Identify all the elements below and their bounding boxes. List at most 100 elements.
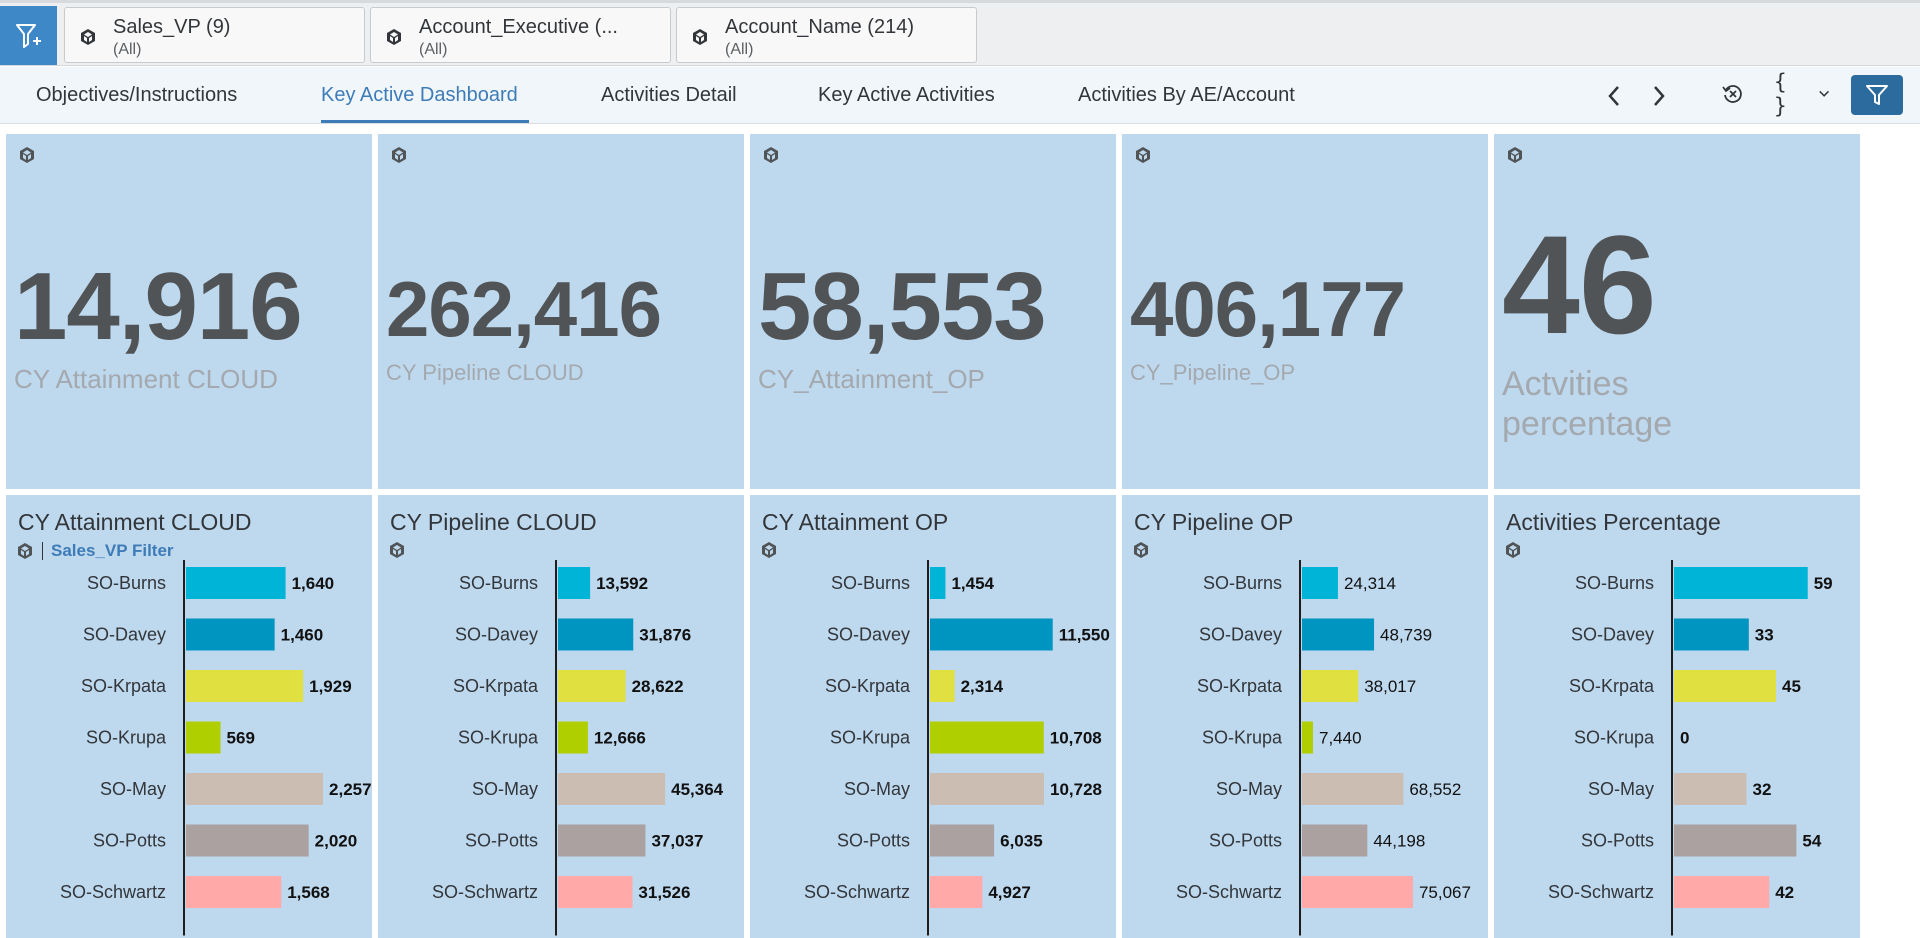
reset-filters-button[interactable] bbox=[1718, 79, 1748, 109]
tab-key-active-activities[interactable]: Key Active Activities bbox=[818, 84, 995, 107]
filter-chip-account-executive[interactable]: Account_Executive (... (All) bbox=[370, 7, 671, 63]
kpi-tile-cy-pipeline-cloud[interactable]: 262,416 CY Pipeline CLOUD bbox=[378, 134, 744, 489]
bar-value-label: 1,568 bbox=[287, 883, 330, 902]
category-label: SO-Schwartz bbox=[1548, 882, 1654, 902]
category-label: SO-Krupa bbox=[1202, 728, 1283, 748]
bar bbox=[930, 618, 1053, 651]
bar-value-label: 59 bbox=[1814, 574, 1833, 593]
category-label: SO-Davey bbox=[83, 625, 166, 645]
filter-chip-account-name[interactable]: Account_Name (214) (All) bbox=[676, 7, 977, 63]
kpi-tile-activities-percentage[interactable]: 46 Actvities percentage bbox=[1494, 134, 1860, 489]
chart-title: CY Pipeline CLOUD bbox=[390, 509, 597, 535]
chart-tile-activities-percentage[interactable]: Activities Percentage SO-Burns 59 SO-Davey… bbox=[1494, 495, 1860, 938]
dimension-cube-icon bbox=[387, 29, 401, 45]
kpi-tile-cy-pipeline-op[interactable]: 406,177 CY_Pipeline_OP bbox=[1122, 134, 1488, 489]
dimension-cube-icon bbox=[764, 147, 778, 163]
bar-value-label: 2,314 bbox=[961, 677, 1004, 696]
bar bbox=[930, 567, 946, 599]
tab-objectives-instructions[interactable]: Objectives/Instructions bbox=[36, 84, 237, 107]
category-label: SO-Krupa bbox=[86, 728, 167, 748]
bar-chart-activities-percentage: SO-Burns 59 SO-Davey 33 SO-Krpata 45 SO-Krupa 0… bbox=[1548, 560, 1833, 936]
bar bbox=[186, 773, 324, 805]
kpi-value: 58,553 bbox=[758, 253, 1047, 360]
filter-button[interactable] bbox=[1851, 75, 1903, 115]
chart-tile-cy-pipeline-op[interactable]: CY Pipeline OP SO-Burns 24,314 SO-Davey 48,… bbox=[1122, 495, 1488, 938]
kpi-tile-cy-attainment-op[interactable]: 58,553 CY_Attainment_OP bbox=[750, 134, 1116, 489]
category-label: SO-Krupa bbox=[458, 728, 539, 748]
tab-activities-by-ae-account[interactable]: Activities By AE/Account bbox=[1078, 84, 1295, 107]
previous-page-button[interactable] bbox=[1600, 81, 1628, 111]
chart-title: Activities Percentage bbox=[1506, 509, 1721, 535]
chart-tile-cy-attainment-cloud[interactable]: CY Attainment CLOUD Sales_VP Filter SO-B… bbox=[6, 495, 372, 938]
filter-chip-value: (All) bbox=[113, 41, 142, 58]
chevron-right-icon bbox=[1654, 86, 1665, 106]
bar-value-label: 48,739 bbox=[1380, 626, 1432, 645]
tab-activities-detail[interactable]: Activities Detail bbox=[601, 84, 737, 107]
bar-value-label: 1,929 bbox=[309, 677, 352, 696]
bar bbox=[1302, 773, 1404, 805]
page-tab-bar: Objectives/Instructions Key Active Dashb… bbox=[0, 67, 1920, 124]
active-tab-indicator bbox=[321, 120, 529, 123]
category-label: SO-Davey bbox=[455, 625, 538, 645]
tab-key-active-dashboard[interactable]: Key Active Dashboard bbox=[321, 84, 518, 107]
bar bbox=[930, 824, 995, 857]
variables-menu-button[interactable]: { } bbox=[1774, 70, 1830, 118]
bar bbox=[1302, 824, 1368, 857]
bar bbox=[1674, 567, 1808, 599]
bar-value-label: 75,067 bbox=[1419, 883, 1471, 902]
bar-value-label: 28,622 bbox=[632, 677, 684, 696]
bar bbox=[930, 670, 955, 702]
dashboard-canvas: 14,916 CY Attainment CLOUD 262,416 CY Pi… bbox=[0, 125, 1920, 938]
bar-value-label: 32 bbox=[1753, 780, 1772, 799]
filter-chip-sales-vp[interactable]: Sales_VP (9) (All) bbox=[64, 7, 365, 63]
bar-value-label: 24,314 bbox=[1344, 574, 1396, 593]
category-label: SO-Potts bbox=[465, 831, 538, 851]
category-label: SO-Krupa bbox=[830, 728, 911, 748]
category-label: SO-Potts bbox=[93, 831, 166, 851]
filter-panel-toggle[interactable] bbox=[0, 6, 57, 65]
category-label: SO-Burns bbox=[459, 573, 538, 593]
chevron-down-icon bbox=[1818, 90, 1829, 97]
story-app: Sales_VP (9) (All) Account_Executive (..… bbox=[0, 0, 1920, 938]
kpi-tile-cy-attainment-cloud[interactable]: 14,916 CY Attainment CLOUD bbox=[6, 134, 372, 489]
category-label: SO-Davey bbox=[1571, 625, 1654, 645]
bar bbox=[1302, 618, 1375, 651]
bar-value-label: 37,037 bbox=[651, 832, 703, 851]
filter-chip-value: (All) bbox=[419, 41, 448, 58]
bar bbox=[558, 567, 591, 599]
bar-value-label: 12,666 bbox=[594, 729, 646, 748]
bar bbox=[930, 721, 1044, 754]
bar-chart-cy-attainment-cloud: SO-Burns 1,640 SO-Davey 1,460 SO-Krpata 1,929… bbox=[60, 560, 372, 936]
category-label: SO-May bbox=[100, 779, 166, 799]
filter-chip-title: Sales_VP (9) bbox=[113, 16, 231, 38]
bar bbox=[186, 567, 286, 599]
bar bbox=[1302, 876, 1413, 908]
bar-value-label: 44,198 bbox=[1373, 832, 1425, 851]
bar-chart-cy-attainment-op: SO-Burns 1,454 SO-Davey 11,550 SO-Krpata 2,31… bbox=[804, 560, 1110, 936]
chart-tile-cy-attainment-op[interactable]: CY Attainment OP SO-Burns 1,454 SO-Davey 11… bbox=[750, 495, 1116, 938]
bar-value-label: 0 bbox=[1680, 729, 1689, 748]
bar-value-label: 1,640 bbox=[292, 574, 335, 593]
category-label: SO-Davey bbox=[1199, 625, 1282, 645]
chart-tile-cy-pipeline-cloud[interactable]: CY Pipeline CLOUD SO-Burns 13,592 SO-Davey… bbox=[378, 495, 744, 938]
filter-icon bbox=[1866, 85, 1888, 105]
kpi-value: 406,177 bbox=[1130, 265, 1406, 353]
bar-value-label: 6,035 bbox=[1000, 832, 1043, 851]
next-page-button[interactable] bbox=[1645, 81, 1673, 111]
bar bbox=[558, 773, 666, 805]
dimension-cube-icon bbox=[1136, 147, 1150, 163]
category-label: SO-Krpata bbox=[81, 676, 167, 696]
filter-bar: Sales_VP (9) (All) Account_Executive (..… bbox=[0, 0, 1920, 66]
bar-value-label: 31,526 bbox=[638, 883, 690, 902]
filter-chip-value: (All) bbox=[725, 41, 754, 58]
category-label: SO-Burns bbox=[1575, 573, 1654, 593]
chart-title: CY Pipeline OP bbox=[1134, 509, 1294, 535]
bar bbox=[1674, 618, 1749, 651]
bar-value-label: 54 bbox=[1802, 832, 1821, 851]
chart-title: CY Attainment CLOUD bbox=[18, 509, 252, 535]
filter-chip-title: Account_Name (214) bbox=[725, 16, 914, 38]
category-label: SO-Schwartz bbox=[432, 882, 538, 902]
kpi-label: CY_Attainment_OP bbox=[758, 364, 985, 394]
bar bbox=[1674, 824, 1797, 857]
kpi-label: CY Pipeline CLOUD bbox=[386, 360, 584, 385]
